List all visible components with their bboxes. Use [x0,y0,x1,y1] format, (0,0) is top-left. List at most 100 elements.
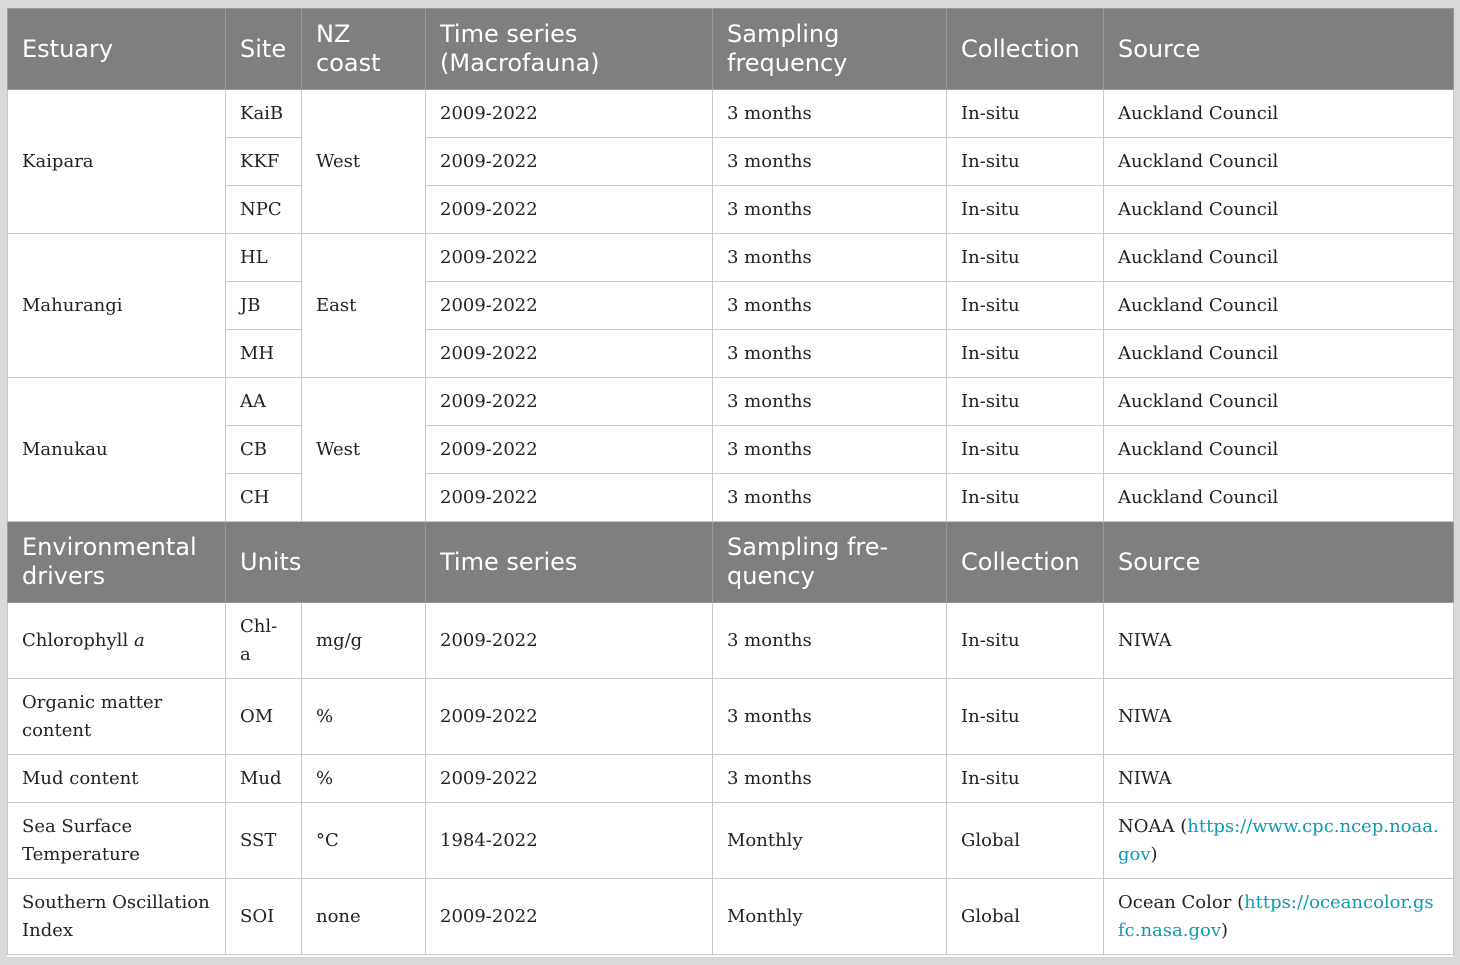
source-cell: Auckland Council [1103,377,1454,426]
header-source: Source [1103,521,1454,603]
units-cell: % [301,754,426,803]
collection-cell: In-situ [946,89,1104,138]
collection-cell: In-situ [946,281,1104,330]
driver-name-cell: Sea Surface Temperature [7,802,226,879]
site-cell: HL [225,233,302,282]
frequency-cell: 3 months [712,185,947,234]
frequency-cell: 3 months [712,377,947,426]
coast-cell: East [301,233,426,378]
collection-cell: In-situ [946,137,1104,186]
source-cell: Auckland Council [1103,89,1454,138]
coast-cell: West [301,89,426,234]
header-source: Source [1103,8,1454,90]
table-row: Chlorophyll a Chl-a mg/g 2009-2022 3 mon… [7,602,1454,679]
table-row: Sea Surface Temperature SST °C 1984-2022… [7,802,1454,879]
frequency-cell: 3 months [712,678,947,755]
site-cell: CH [225,473,302,522]
collection-cell: In-situ [946,425,1104,474]
frequency-cell: Monthly [712,802,947,879]
time-series-cell: 2009-2022 [425,377,713,426]
source-name: Ocean Color [1118,891,1232,913]
table-row: Mud content Mud % 2009-2022 3 months In-… [7,754,1454,803]
collection-cell: Global [946,878,1104,955]
collection-cell: In-situ [946,329,1104,378]
time-series-cell: 2009-2022 [425,329,713,378]
source-cell: Auckland Council [1103,281,1454,330]
frequency-cell: 3 months [712,329,947,378]
data-table: Estuary Site NZ coast Time series (Macro… [7,8,1454,955]
source-cell: Ocean Color (https://oceancolor.gsfc.nas… [1103,878,1454,955]
abbreviation-cell: Chl-a [225,602,302,679]
collection-cell: In-situ [946,185,1104,234]
source-name: NOAA [1118,815,1175,837]
table-row: Manukau AA West 2009-2022 3 months In-si… [7,377,1454,522]
units-cell: % [301,678,426,755]
source-cell: Auckland Council [1103,137,1454,186]
source-cell: NIWA [1103,678,1454,755]
table-row: Mahurangi HL East 2009-2022 3 months In-… [7,233,1454,378]
header-sampling-frequency: Sampling fre-quency [712,521,947,603]
site-cell: MH [225,329,302,378]
source-cell: Auckland Council [1103,233,1454,282]
time-series-cell: 2009-2022 [425,678,713,755]
site-cell: AA [225,377,302,426]
collection-cell: In-situ [946,754,1104,803]
driver-name-cell: Organic matter content [7,678,226,755]
site-cell: KKF [225,137,302,186]
table-row: Organic matter content OM % 2009-2022 3 … [7,678,1454,755]
site-cell: KaiB [225,89,302,138]
time-series-cell: 2009-2022 [425,425,713,474]
estuary-cell: Mahurangi [7,233,226,378]
source-cell: Auckland Council [1103,185,1454,234]
frequency-cell: Monthly [712,878,947,955]
source-cell: Auckland Council [1103,473,1454,522]
driver-name-cell: Mud content [7,754,226,803]
units-cell: none [301,878,426,955]
time-series-cell: 2009-2022 [425,473,713,522]
collection-cell: Global [946,802,1104,879]
driver-name-cell: Chlorophyll a [7,602,226,679]
source-cell: NIWA [1103,602,1454,679]
estuary-cell: Manukau [7,377,226,522]
source-cell: NIWA [1103,754,1454,803]
source-cell: NOAA (https://www.cpc.ncep.noaa.gov) [1103,802,1454,879]
driver-name-italic: a [133,629,145,651]
table-row: Kaipara KaiB West 2009-2022 3 months In-… [7,89,1454,234]
frequency-cell: 3 months [712,233,947,282]
source-cell: Auckland Council [1103,425,1454,474]
environmental-header-row: Environmental drivers Units Time series … [7,521,1454,603]
collection-cell: In-situ [946,473,1104,522]
time-series-cell: 2009-2022 [425,878,713,955]
abbreviation-cell: SST [225,802,302,879]
time-series-cell: 2009-2022 [425,233,713,282]
macrofauna-header-row: Estuary Site NZ coast Time series (Macro… [7,8,1454,90]
header-collection: Collection [946,8,1104,90]
frequency-cell: 3 months [712,754,947,803]
header-nz-coast: NZ coast [301,8,426,90]
source-cell: Auckland Council [1103,329,1454,378]
collection-cell: In-situ [946,678,1104,755]
header-environmental-drivers: Environmental drivers [7,521,226,603]
time-series-cell: 2009-2022 [425,185,713,234]
site-cell: JB [225,281,302,330]
abbreviation-cell: SOI [225,878,302,955]
header-sampling-frequency: Sampling frequency [712,8,947,90]
frequency-cell: 3 months [712,425,947,474]
frequency-cell: 3 months [712,602,947,679]
header-site: Site [225,8,302,90]
header-time-series: Time series [425,521,713,603]
time-series-cell: 2009-2022 [425,137,713,186]
frequency-cell: 3 months [712,89,947,138]
time-series-cell: 2009-2022 [425,754,713,803]
driver-name-cell: Southern Oscillation Index [7,878,226,955]
table-row: Southern Oscillation Index SOI none 2009… [7,878,1454,955]
site-cell: CB [225,425,302,474]
frequency-cell: 3 months [712,137,947,186]
collection-cell: In-situ [946,233,1104,282]
collection-cell: In-situ [946,602,1104,679]
time-series-cell: 1984-2022 [425,802,713,879]
time-series-cell: 2009-2022 [425,602,713,679]
units-cell: °C [301,802,426,879]
table-frame: Estuary Site NZ coast Time series (Macro… [7,8,1454,957]
driver-name: Chlorophyll [22,629,129,651]
